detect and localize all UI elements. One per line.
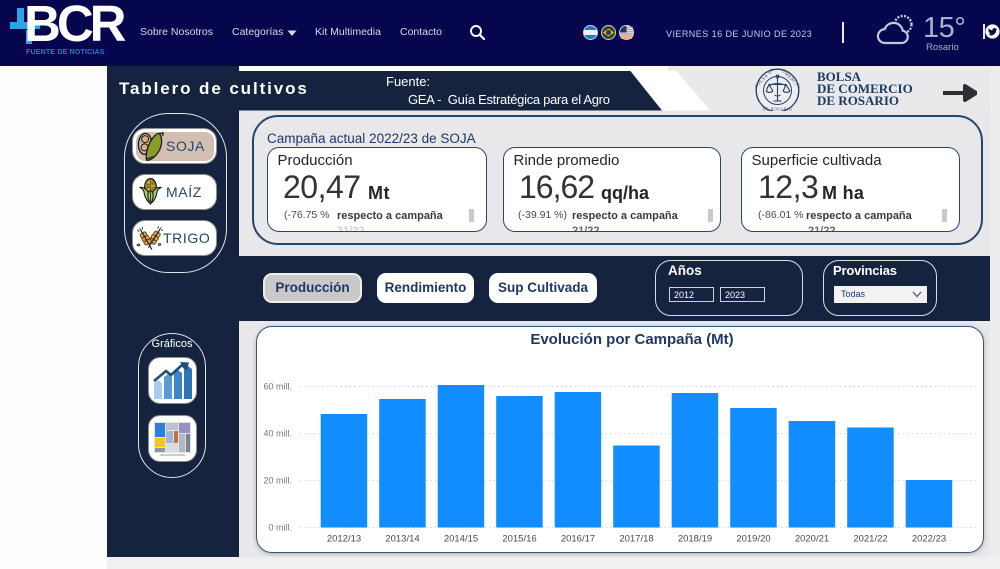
svg-text:0 mill.: 0 mill.	[268, 523, 292, 533]
svg-text:2013/14: 2013/14	[385, 534, 419, 545]
svg-text:2022/23: 2022/23	[912, 534, 946, 545]
svg-text:60 mill.: 60 mill.	[263, 382, 292, 392]
svg-text:2015/16: 2015/16	[502, 534, 536, 545]
svg-text:20 mill.: 20 mill.	[263, 476, 292, 486]
svg-text:2016/17: 2016/17	[561, 534, 595, 545]
svg-text:2019/20: 2019/20	[736, 534, 770, 545]
svg-text:2017/18: 2017/18	[619, 534, 653, 545]
svg-text:2020/21: 2020/21	[795, 534, 829, 545]
svg-text:2014/15: 2014/15	[444, 534, 478, 545]
svg-text:2021/22: 2021/22	[853, 534, 887, 545]
svg-text:2012/13: 2012/13	[327, 534, 361, 545]
svg-text:2018/19: 2018/19	[678, 534, 712, 545]
svg-text:40 mill.: 40 mill.	[263, 429, 292, 439]
